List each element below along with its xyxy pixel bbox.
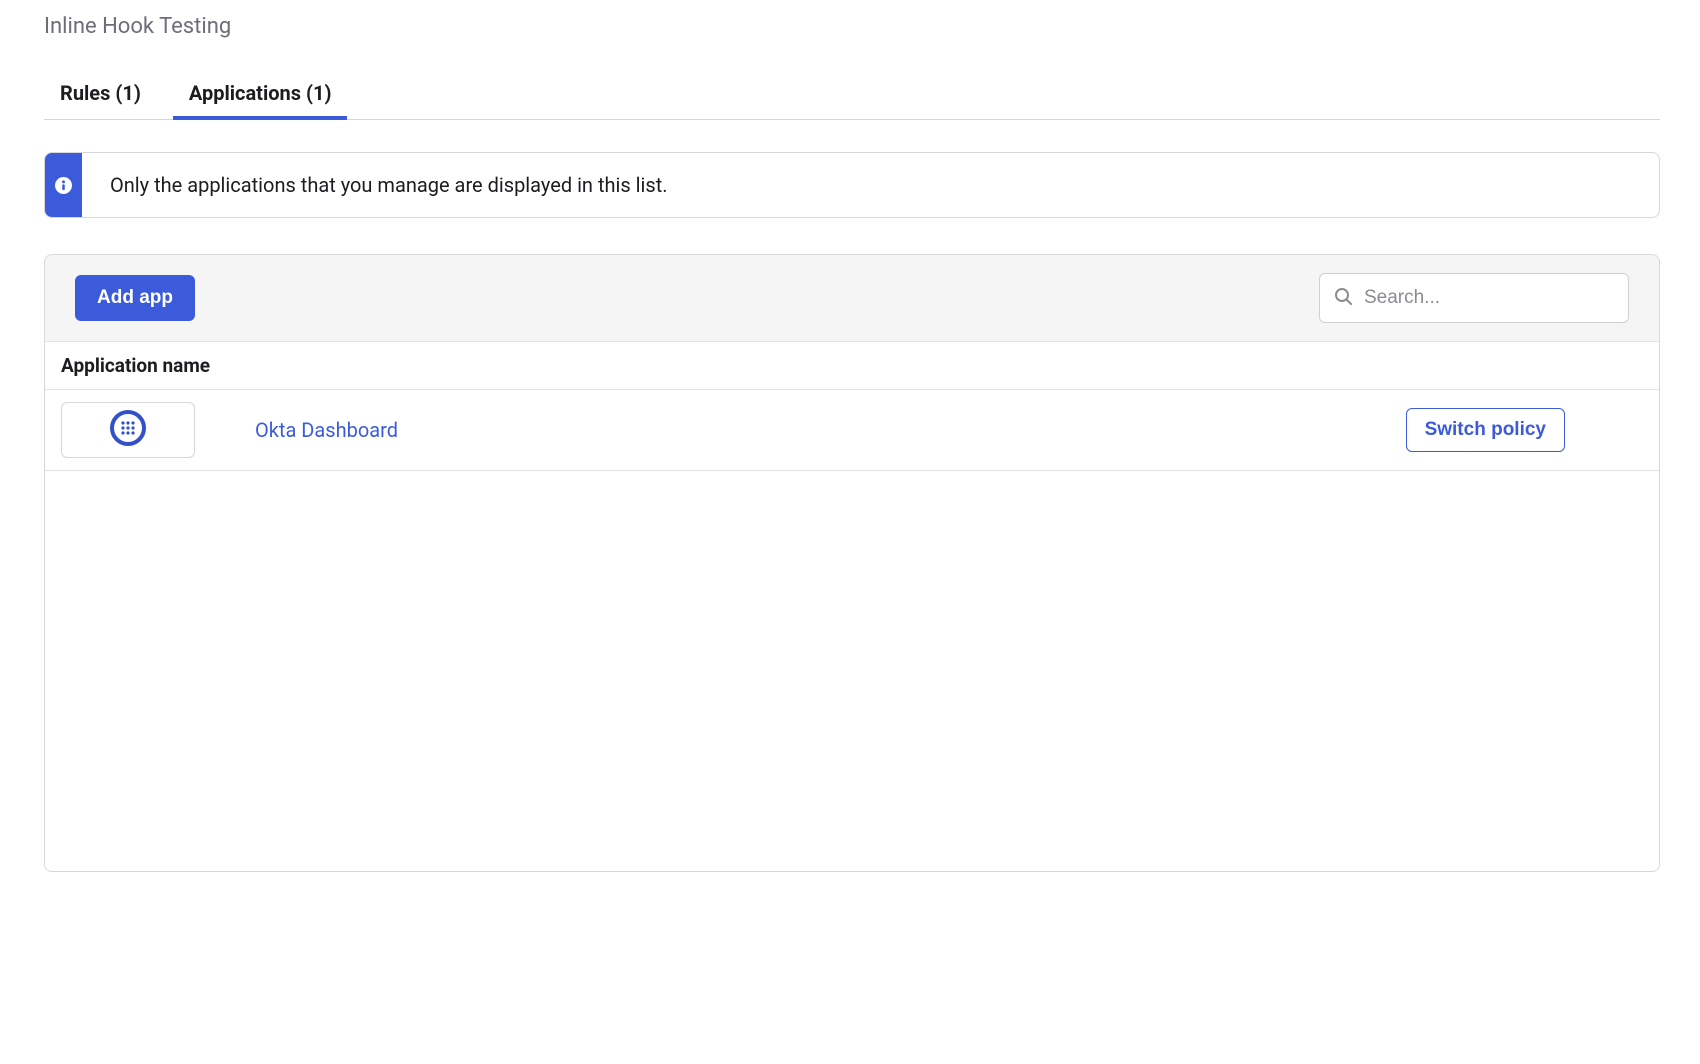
app-name-link[interactable]: Okta Dashboard	[255, 418, 398, 442]
tab-applications[interactable]: Applications (1)	[189, 73, 332, 119]
search-input[interactable]	[1319, 273, 1629, 323]
table-row: Okta Dashboard Switch policy	[45, 390, 1659, 471]
page-title: Inline Hook Testing	[44, 14, 1660, 39]
tab-rules[interactable]: Rules (1)	[60, 73, 141, 119]
add-app-button[interactable]: Add app	[75, 275, 195, 321]
applications-panel: Add app Application name	[44, 254, 1660, 872]
info-banner: Only the applications that you manage ar…	[44, 152, 1660, 218]
panel-toolbar: Add app	[45, 255, 1659, 342]
tab-bar: Rules (1) Applications (1)	[44, 73, 1660, 120]
table-header-application-name: Application name	[45, 342, 1659, 390]
search-wrap	[1319, 273, 1629, 323]
okta-dashboard-icon	[110, 410, 146, 450]
info-banner-accent	[45, 153, 82, 217]
page-root: Inline Hook Testing Rules (1) Applicatio…	[0, 0, 1700, 912]
panel-empty-area	[45, 471, 1659, 871]
info-banner-message: Only the applications that you manage ar…	[82, 153, 696, 217]
switch-policy-button[interactable]: Switch policy	[1406, 408, 1565, 452]
info-icon	[55, 177, 72, 194]
app-logo	[61, 402, 195, 458]
